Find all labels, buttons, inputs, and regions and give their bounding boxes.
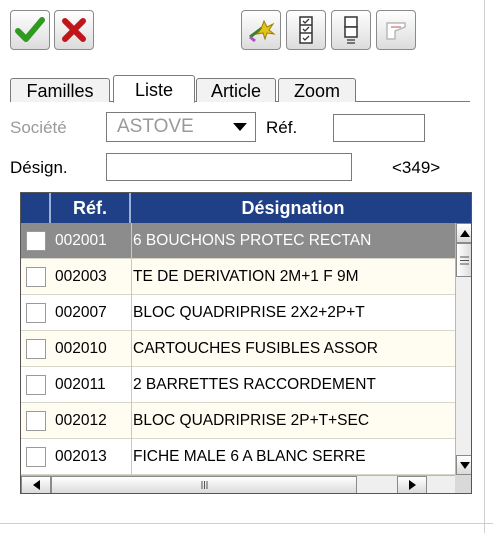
checkmark-icon xyxy=(15,17,45,42)
row-designation: 6 BOUCHONS PROTEC RECTAN xyxy=(133,232,372,249)
scroll-right-button[interactable] xyxy=(397,476,427,493)
table-row[interactable]: 002010 CARTOUCHES FUSIBLES ASSOR xyxy=(21,331,455,367)
societe-select[interactable]: ASTOVE xyxy=(106,112,256,142)
chevron-down-icon xyxy=(233,123,247,131)
row-checkbox[interactable] xyxy=(26,339,46,359)
table-row[interactable]: 002001 6 BOUCHONS PROTEC RECTAN xyxy=(21,223,455,259)
window-bottom-edge xyxy=(0,523,493,524)
column-separator xyxy=(131,295,132,331)
grip-icon xyxy=(460,256,469,264)
column-separator xyxy=(131,367,132,403)
column-separator xyxy=(131,403,132,439)
table-header: Réf. Désignation xyxy=(21,193,471,223)
list-check-icon xyxy=(299,16,313,44)
row-checkbox[interactable] xyxy=(26,411,46,431)
header-checkbox-column xyxy=(21,193,51,223)
tab-bar: Familles Liste Article Zoom xyxy=(10,74,470,103)
column-separator xyxy=(131,439,132,475)
ok-button[interactable] xyxy=(10,10,50,50)
ref-input[interactable] xyxy=(333,114,425,142)
header-ref[interactable]: Réf. xyxy=(51,193,131,223)
designation-label: Désign. xyxy=(10,158,68,177)
scroll-thumb[interactable] xyxy=(456,243,471,277)
column-separator xyxy=(131,259,132,295)
row-ref: 002013 xyxy=(55,448,107,465)
row-designation: FICHE MALE 6 A BLANC SERRE xyxy=(133,448,366,465)
societe-value: ASTOVE xyxy=(117,116,194,137)
column-separator xyxy=(131,331,132,367)
scroll-down-button[interactable] xyxy=(456,455,471,475)
row-designation: TE DE DERIVATION 2M+1 F 9M xyxy=(133,268,359,285)
cross-icon xyxy=(62,18,86,42)
arrow-left-icon xyxy=(32,480,40,490)
horizontal-scrollbar[interactable] xyxy=(21,475,455,493)
tag-button[interactable] xyxy=(376,10,416,50)
row-designation: CARTOUCHES FUSIBLES ASSOR xyxy=(133,340,378,357)
grip-icon xyxy=(201,481,207,489)
arrow-up-icon xyxy=(459,229,470,237)
table-row[interactable]: 002003 TE DE DERIVATION 2M+1 F 9M xyxy=(21,259,455,295)
cancel-button[interactable] xyxy=(54,10,94,50)
row-designation: 2 BARRETTES RACCORDEMENT xyxy=(133,376,376,393)
scroll-left-button[interactable] xyxy=(21,476,51,493)
row-ref: 002007 xyxy=(55,304,107,321)
row-designation: BLOC QUADRIPRISE 2P+T+SEC xyxy=(133,412,370,429)
scrollbar-corner xyxy=(455,475,471,493)
horizontal-scroll-thumb[interactable] xyxy=(51,476,357,493)
article-table: Réf. Désignation 002001 6 BOUCHONS PROTEC… xyxy=(20,192,472,494)
column-separator xyxy=(131,223,132,259)
row-checkbox[interactable] xyxy=(26,375,46,395)
row-checkbox[interactable] xyxy=(26,231,46,251)
tab-liste[interactable]: Liste xyxy=(113,75,195,103)
row-checkbox[interactable] xyxy=(26,267,46,287)
window-right-edge xyxy=(484,0,485,533)
row-designation: BLOC QUADRIPRISE 2X2+2P+T xyxy=(133,304,365,321)
row-checkbox[interactable] xyxy=(26,303,46,323)
tag-icon xyxy=(386,22,406,40)
row-checkbox[interactable] xyxy=(26,447,46,467)
list-icon xyxy=(344,16,358,44)
row-ref: 002001 xyxy=(55,232,107,249)
arrow-right-icon xyxy=(408,480,416,490)
tab-article[interactable]: Article xyxy=(196,78,276,102)
societe-label: Société xyxy=(10,118,67,137)
table-row[interactable]: 002007 BLOC QUADRIPRISE 2X2+2P+T xyxy=(21,295,455,331)
list-button[interactable] xyxy=(331,10,371,50)
checklist-button[interactable] xyxy=(286,10,326,50)
ref-label: Réf. xyxy=(266,118,298,137)
table-row[interactable]: 002013 FICHE MALE 6 A BLANC SERRE xyxy=(21,439,455,475)
row-ref: 002011 xyxy=(55,376,106,393)
row-ref: 002003 xyxy=(55,268,107,285)
wand-icon xyxy=(249,19,276,43)
scroll-up-button[interactable] xyxy=(456,223,471,243)
row-ref: 002010 xyxy=(55,340,107,357)
vertical-scrollbar[interactable] xyxy=(455,223,471,475)
result-count: <349> xyxy=(392,158,441,177)
row-ref: 002012 xyxy=(55,412,107,429)
header-designation[interactable]: Désignation xyxy=(131,193,455,223)
table-row[interactable]: 002011 2 BARRETTES RACCORDEMENT xyxy=(21,367,455,403)
table-row[interactable]: 002012 BLOC QUADRIPRISE 2P+T+SEC xyxy=(21,403,455,439)
tab-familles[interactable]: Familles xyxy=(10,78,110,102)
tab-zoom[interactable]: Zoom xyxy=(278,78,356,102)
wand-button[interactable] xyxy=(241,10,281,50)
designation-input[interactable] xyxy=(106,153,352,181)
arrow-down-icon xyxy=(459,461,470,469)
